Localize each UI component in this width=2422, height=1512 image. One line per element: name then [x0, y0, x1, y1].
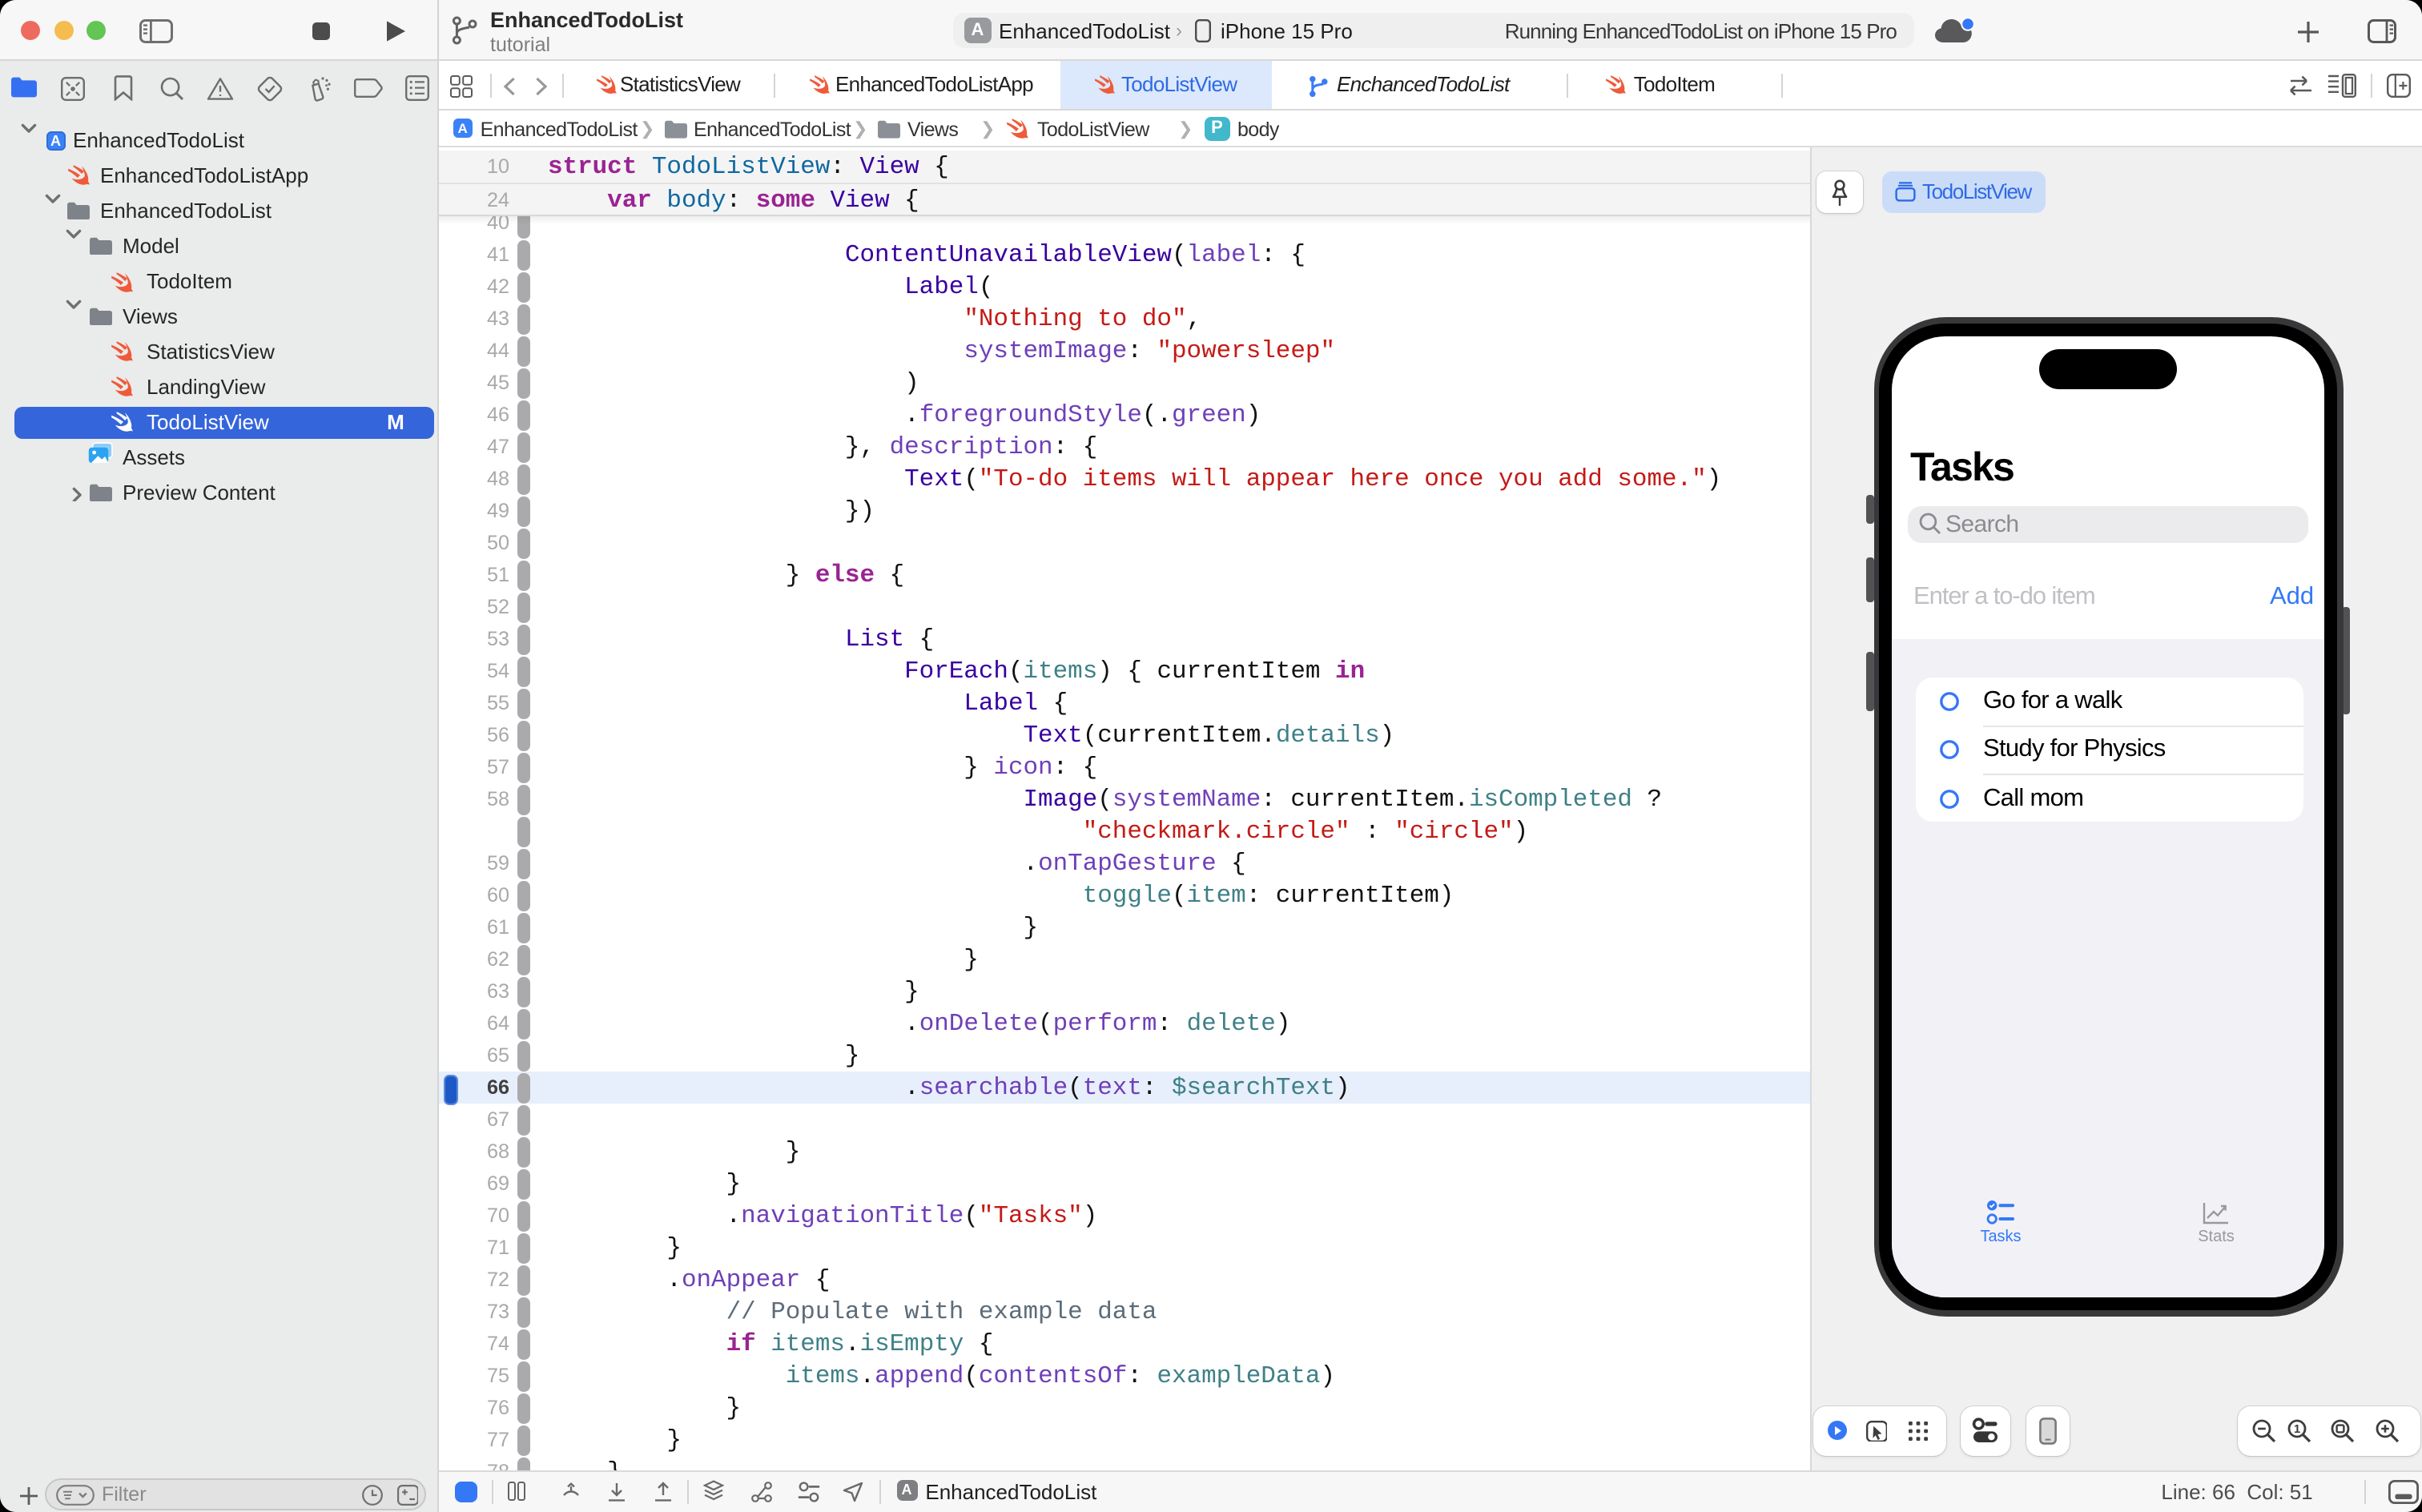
svg-text:1: 1 [2293, 1422, 2299, 1436]
